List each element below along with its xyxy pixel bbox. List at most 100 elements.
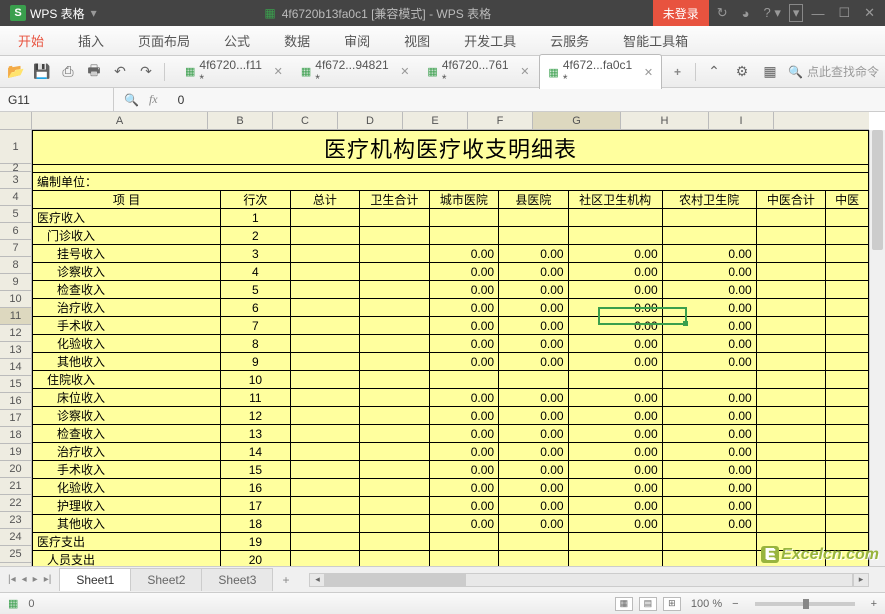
- row-header-13[interactable]: 13: [0, 342, 31, 359]
- row-header-5[interactable]: 5: [0, 206, 31, 223]
- data-cell[interactable]: 0.00: [429, 317, 498, 335]
- data-cell[interactable]: [290, 317, 359, 335]
- sheet-tab-Sheet1[interactable]: Sheet1: [59, 568, 131, 591]
- formula-value[interactable]: 0: [168, 93, 195, 107]
- sheet-nav-next-icon[interactable]: ▸: [31, 574, 40, 585]
- data-cell[interactable]: [756, 281, 825, 299]
- grid-icon[interactable]: ▦: [760, 62, 780, 82]
- data-cell[interactable]: [290, 407, 359, 425]
- data-cell[interactable]: [826, 299, 869, 317]
- data-cell[interactable]: [360, 317, 429, 335]
- data-cell[interactable]: 0.00: [662, 461, 756, 479]
- menu-item-8[interactable]: 云服务: [540, 25, 599, 56]
- print-direct-icon[interactable]: ⎙: [58, 62, 78, 82]
- data-cell[interactable]: 0.00: [499, 263, 568, 281]
- row-header-10[interactable]: 10: [0, 291, 31, 308]
- data-cell[interactable]: [756, 227, 825, 245]
- add-sheet-button[interactable]: +: [272, 569, 299, 591]
- data-cell[interactable]: [662, 371, 756, 389]
- row-header-19[interactable]: 19: [0, 444, 31, 461]
- data-cell[interactable]: 0.00: [499, 389, 568, 407]
- data-cell[interactable]: 0.00: [662, 299, 756, 317]
- data-cell[interactable]: [756, 443, 825, 461]
- app-menu-dropdown-icon[interactable]: ▾: [91, 6, 97, 20]
- minimize-icon[interactable]: —: [805, 6, 830, 21]
- skin-icon[interactable]: ◕: [736, 6, 756, 21]
- data-cell[interactable]: 0.00: [429, 443, 498, 461]
- row-header-20[interactable]: 20: [0, 461, 31, 478]
- zoom-slider[interactable]: [755, 602, 855, 606]
- col-header-H[interactable]: H: [621, 112, 709, 129]
- row-header-7[interactable]: 7: [0, 240, 31, 257]
- data-cell[interactable]: 0.00: [429, 461, 498, 479]
- col-header-F[interactable]: F: [468, 112, 533, 129]
- data-cell[interactable]: 0.00: [568, 497, 662, 515]
- data-cell[interactable]: [756, 497, 825, 515]
- close-icon[interactable]: ✕: [858, 5, 881, 21]
- view-break-icon[interactable]: ⊞: [663, 597, 681, 611]
- data-cell[interactable]: [499, 371, 568, 389]
- vertical-scrollbar-thumb[interactable]: [872, 130, 883, 250]
- doc-tab-1[interactable]: ▦4f672...94821 *✕: [293, 55, 418, 89]
- data-cell[interactable]: 0.00: [499, 353, 568, 371]
- sheet-tab-Sheet3[interactable]: Sheet3: [201, 568, 273, 591]
- zoom-level[interactable]: 100 %: [691, 598, 722, 610]
- menu-item-3[interactable]: 公式: [214, 25, 260, 56]
- maximize-icon[interactable]: ☐: [832, 5, 856, 21]
- status-doc-icon[interactable]: ▦: [8, 597, 18, 610]
- search-cell-icon[interactable]: 🔍: [124, 93, 139, 107]
- data-cell[interactable]: [568, 533, 662, 551]
- undo-icon[interactable]: ↶: [110, 62, 130, 82]
- data-cell[interactable]: 0.00: [568, 263, 662, 281]
- data-cell[interactable]: [662, 551, 756, 567]
- data-cell[interactable]: [756, 461, 825, 479]
- doc-tab-2[interactable]: ▦4f6720...761 *✕: [419, 55, 537, 89]
- name-box[interactable]: G11: [0, 88, 114, 111]
- hscroll-track[interactable]: [325, 573, 853, 587]
- menu-item-5[interactable]: 审阅: [334, 25, 380, 56]
- doc-tab-close-icon[interactable]: ✕: [644, 66, 653, 79]
- data-cell[interactable]: [290, 425, 359, 443]
- row-header-2[interactable]: 2: [0, 164, 31, 172]
- data-cell[interactable]: 0.00: [429, 479, 498, 497]
- data-cell[interactable]: 0.00: [662, 479, 756, 497]
- data-cell[interactable]: [360, 515, 429, 533]
- select-all-corner[interactable]: [0, 112, 32, 130]
- data-cell[interactable]: [756, 263, 825, 281]
- data-cell[interactable]: 0.00: [499, 443, 568, 461]
- row-header-18[interactable]: 18: [0, 427, 31, 444]
- data-cell[interactable]: [826, 461, 869, 479]
- data-cell[interactable]: [826, 407, 869, 425]
- collapse-ribbon-icon[interactable]: ⌃: [704, 62, 724, 82]
- menu-item-9[interactable]: 智能工具箱: [613, 25, 698, 56]
- data-cell[interactable]: [360, 479, 429, 497]
- doc-tab-0[interactable]: ▦4f6720...f11 *✕: [177, 55, 291, 89]
- data-cell[interactable]: 0.00: [568, 353, 662, 371]
- data-cell[interactable]: [826, 515, 869, 533]
- doc-tab-close-icon[interactable]: ✕: [400, 65, 409, 78]
- data-cell[interactable]: [756, 371, 825, 389]
- data-cell[interactable]: 0.00: [662, 515, 756, 533]
- data-cell[interactable]: [662, 227, 756, 245]
- data-cell[interactable]: 0.00: [662, 335, 756, 353]
- data-cell[interactable]: 0.00: [662, 245, 756, 263]
- row-header-3[interactable]: 3: [0, 172, 31, 189]
- print-preview-icon[interactable]: 🖶: [84, 62, 104, 82]
- zoom-in-icon[interactable]: +: [871, 598, 877, 610]
- data-cell[interactable]: 0.00: [568, 461, 662, 479]
- data-cell[interactable]: 0.00: [499, 245, 568, 263]
- data-cell[interactable]: 0.00: [429, 353, 498, 371]
- view-page-icon[interactable]: ▤: [639, 597, 657, 611]
- sheet-nav-last-icon[interactable]: ▸|: [42, 574, 54, 585]
- sheet-tab-Sheet2[interactable]: Sheet2: [130, 568, 202, 591]
- row-header-14[interactable]: 14: [0, 359, 31, 376]
- data-cell[interactable]: 0.00: [568, 515, 662, 533]
- data-cell[interactable]: [756, 407, 825, 425]
- data-cell[interactable]: 0.00: [662, 317, 756, 335]
- data-cell[interactable]: 0.00: [499, 479, 568, 497]
- data-cell[interactable]: [826, 245, 869, 263]
- data-cell[interactable]: 0.00: [499, 461, 568, 479]
- data-cell[interactable]: [499, 209, 568, 227]
- data-cell[interactable]: [360, 461, 429, 479]
- data-cell[interactable]: 0.00: [429, 389, 498, 407]
